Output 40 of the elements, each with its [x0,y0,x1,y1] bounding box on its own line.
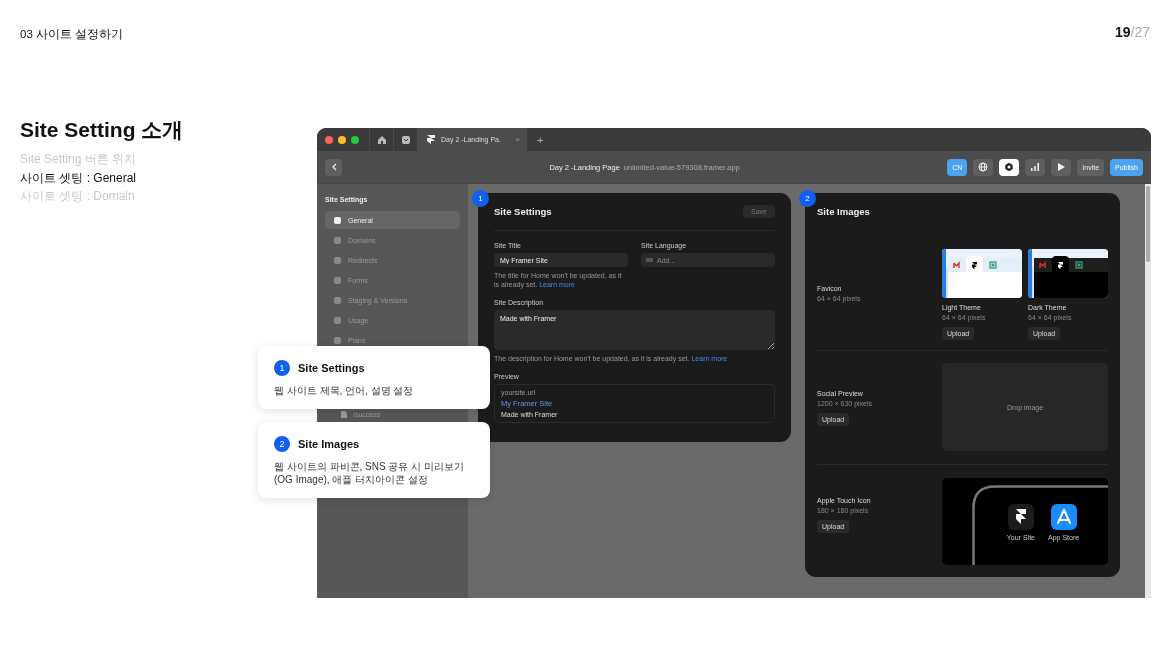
app-icon [1007,504,1034,530]
callout-text: 웹 사이트의 파비콘, SNS 공유 시 미리보기 (OG Image), 애플 터치아이콘 설정 [274,460,465,486]
play-icon [1056,162,1067,172]
app-icon [1050,504,1077,530]
globe-icon [978,162,989,172]
back-button[interactable] [325,158,342,176]
number-badge: 2 [274,436,290,452]
toolbar-button[interactable] [1025,158,1046,176]
number-badge: 1 [472,190,489,207]
menu-icon [334,256,341,264]
page-number: 19/27 [1114,24,1150,42]
close-icon[interactable]: × [515,135,520,144]
panel-title: Site Settings [494,206,552,217]
toolbar-button[interactable] [999,158,1020,176]
home-icon [376,134,387,145]
inbox-icon [400,134,411,145]
toolbar-button[interactable] [973,158,994,176]
section-title: 03 사이트 설정하기 [20,27,124,42]
slide-title: Site Setting 소개 [20,117,184,143]
step-label: 사이트 셋팅 : General [20,169,138,187]
menu-icon [334,296,341,304]
callout-text: 웹 사이트 제목, 언어, 설명 설정 [274,384,415,397]
chevron-left-icon [330,163,337,171]
callout-title: Site Images [298,438,360,450]
logo-icon [426,134,436,145]
scrollbar[interactable] [1145,184,1151,598]
menu-icon [334,216,341,224]
callout-title: Site Settings [298,362,365,374]
chart-icon [1030,162,1041,172]
file-icon [341,411,347,418]
menu-icon [334,316,341,324]
new-tab-button[interactable]: + [537,133,544,146]
menu-icon [334,236,341,244]
panel-title: Site Images [817,206,871,217]
menu-icon [334,336,341,344]
menu-icon [334,276,341,284]
toolbar-button[interactable] [1051,158,1072,176]
settings-icon [1004,162,1015,172]
number-badge: 2 [799,190,816,207]
number-badge: 1 [274,360,290,376]
